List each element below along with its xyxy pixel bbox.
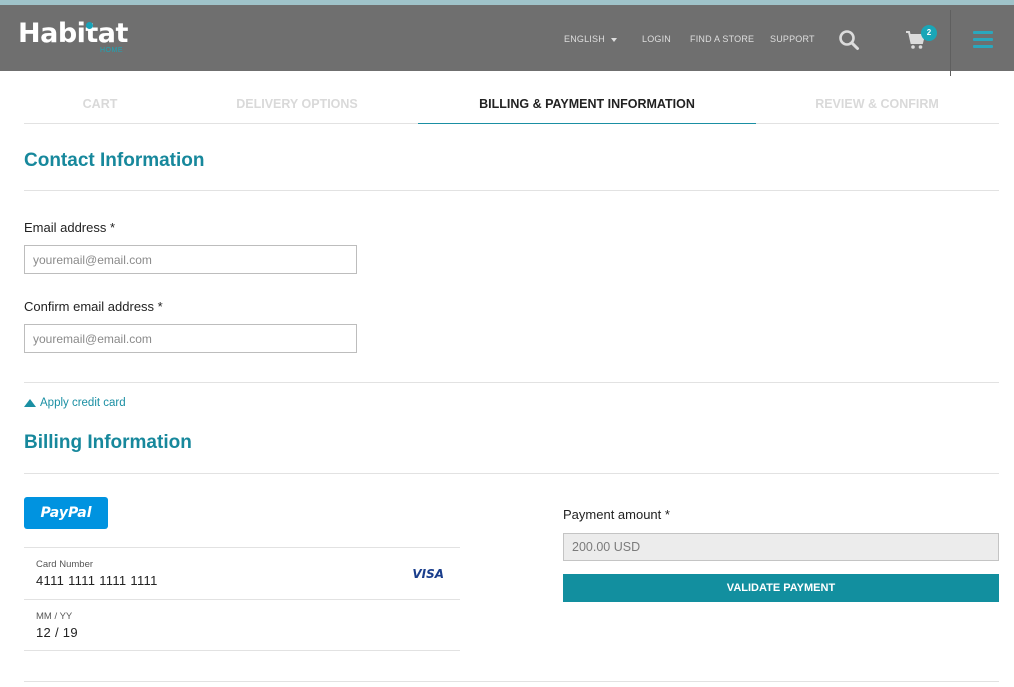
validate-payment-button[interactable]: VALIDATE PAYMENT	[563, 574, 999, 602]
visa-logo-icon: VISA	[412, 567, 444, 581]
expiry-label: MM / YY	[36, 611, 73, 622]
paypal-button[interactable]: PayPal	[24, 497, 108, 529]
apply-credit-card-link[interactable]: Apply credit card	[24, 397, 126, 409]
confirm-email-label: Confirm email address *	[24, 299, 163, 314]
habitat-logo[interactable]: Habitat HOME	[18, 17, 138, 63]
step-billing-payment[interactable]: BILLING & PAYMENT INFORMATION	[418, 86, 756, 124]
cart-count-badge: 2	[921, 25, 937, 41]
email-field[interactable]	[24, 245, 357, 274]
chevron-down-icon	[610, 37, 617, 42]
step-cart[interactable]: CART	[24, 86, 176, 124]
divider	[24, 681, 999, 682]
language-selector[interactable]: ENGLISH	[564, 34, 617, 44]
logo-text: Habitat	[18, 18, 128, 49]
checkout-steps: CART DELIVERY OPTIONS BILLING & PAYMENT …	[24, 86, 999, 124]
email-label: Email address *	[24, 220, 116, 235]
step-delivery-options[interactable]: DELIVERY OPTIONS	[191, 86, 403, 124]
payment-amount-field[interactable]	[563, 533, 999, 561]
logo-dot	[86, 22, 93, 29]
triangle-up-icon	[24, 399, 36, 407]
nav-login[interactable]: LOGIN	[642, 34, 671, 44]
contact-information-title: Contact Information	[24, 150, 205, 171]
expiry-value: 12 / 19	[36, 625, 78, 640]
card-number-value: 4111 1111 1111 1111	[36, 573, 158, 588]
step-review-confirm[interactable]: REVIEW & CONFIRM	[771, 86, 983, 124]
card-number-label: Card Number	[36, 559, 94, 570]
language-label: ENGLISH	[564, 34, 605, 44]
card-number-field[interactable]: Card Number 4111 1111 1111 1111 VISA	[24, 547, 460, 599]
apply-credit-card-label: Apply credit card	[40, 397, 126, 409]
logo-subtext: HOME	[100, 47, 123, 54]
confirm-email-field[interactable]	[24, 324, 357, 353]
divider	[24, 382, 999, 383]
divider	[24, 473, 999, 474]
menu-divider	[950, 10, 951, 76]
payment-amount-label: Payment amount *	[563, 507, 670, 522]
nav-find-a-store[interactable]: FIND A STORE	[690, 34, 754, 44]
expiry-field[interactable]: MM / YY 12 / 19	[24, 599, 460, 651]
divider	[24, 190, 999, 191]
billing-information-title: Billing Information	[24, 432, 192, 453]
nav-support[interactable]: SUPPORT	[770, 34, 815, 44]
search-icon[interactable]	[838, 29, 860, 51]
site-header: Habitat HOME ENGLISH LOGIN FIND A STORE …	[0, 5, 1014, 76]
hamburger-menu-icon[interactable]	[973, 31, 993, 49]
